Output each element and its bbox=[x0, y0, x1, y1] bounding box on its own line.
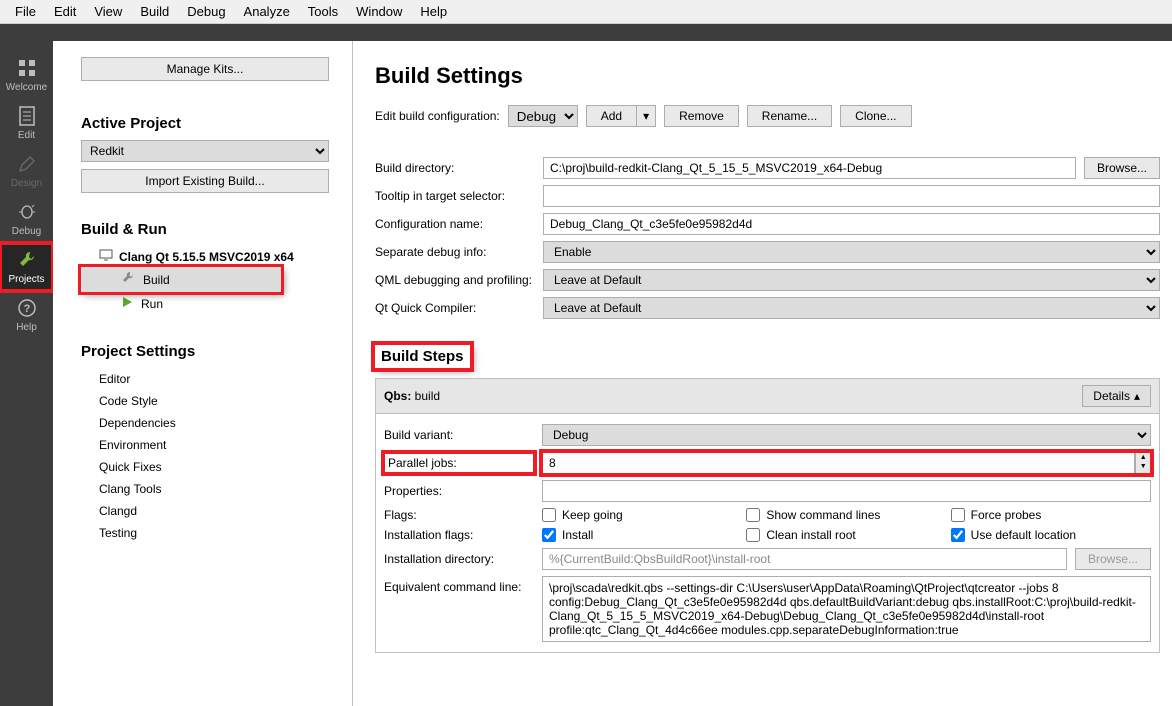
settings-dependencies[interactable]: Dependencies bbox=[81, 412, 338, 434]
clean-root-checkbox[interactable]: Clean install root bbox=[746, 528, 946, 542]
run-row[interactable]: Run bbox=[81, 292, 338, 315]
settings-code-style[interactable]: Code Style bbox=[81, 390, 338, 412]
menu-analyze[interactable]: Analyze bbox=[235, 4, 299, 19]
settings-clangd[interactable]: Clangd bbox=[81, 500, 338, 522]
parallel-jobs-label: Parallel jobs: bbox=[384, 453, 534, 473]
menu-tools[interactable]: Tools bbox=[299, 4, 347, 19]
mode-rail: Welcome Edit Design Debug Projects ? Hel… bbox=[0, 41, 53, 706]
menu-build[interactable]: Build bbox=[131, 4, 178, 19]
qtquick-label: Qt Quick Compiler: bbox=[375, 301, 535, 315]
config-name-input[interactable] bbox=[543, 213, 1160, 235]
separate-debug-label: Separate debug info: bbox=[375, 245, 535, 259]
build-row[interactable]: Build bbox=[81, 267, 281, 292]
tooltip-label: Tooltip in target selector: bbox=[375, 189, 535, 203]
toolbar-area bbox=[0, 24, 1172, 41]
menu-edit[interactable]: Edit bbox=[45, 4, 85, 19]
qml-debug-select[interactable]: Leave at Default bbox=[543, 269, 1160, 291]
import-build-button[interactable]: Import Existing Build... bbox=[81, 169, 329, 193]
browse-install-dir-button: Browse... bbox=[1075, 548, 1151, 570]
config-select[interactable]: Debug bbox=[508, 105, 578, 127]
menu-debug[interactable]: Debug bbox=[178, 4, 234, 19]
build-variant-label: Build variant: bbox=[384, 428, 534, 442]
flags-label: Flags: bbox=[384, 508, 534, 522]
build-dir-input[interactable] bbox=[543, 157, 1076, 179]
install-flags-label: Installation flags: bbox=[384, 528, 534, 542]
remove-config-button[interactable]: Remove bbox=[664, 105, 739, 127]
rail-projects[interactable]: Projects bbox=[0, 243, 53, 291]
eq-cmd-text[interactable]: \proj\scada\redkit.qbs --settings-dir C:… bbox=[542, 576, 1151, 642]
document-icon bbox=[16, 105, 38, 127]
kit-row[interactable]: Clang Qt 5.15.5 MSVC2019 x64 bbox=[81, 246, 338, 267]
bug-icon bbox=[16, 201, 38, 223]
project-settings-heading: Project Settings bbox=[81, 343, 338, 360]
play-icon bbox=[121, 296, 133, 311]
settings-environment[interactable]: Environment bbox=[81, 434, 338, 456]
project-select[interactable]: Redkit bbox=[81, 140, 329, 162]
step-title: Qbs: build bbox=[384, 389, 440, 403]
qbs-build-step: Qbs: build Details ▴ Build variant: Debu… bbox=[375, 378, 1160, 653]
chevron-up-icon: ▴ bbox=[1134, 389, 1140, 403]
install-dir-label: Installation directory: bbox=[384, 552, 534, 566]
separate-debug-select[interactable]: Enable bbox=[543, 241, 1160, 263]
settings-quick-fixes[interactable]: Quick Fixes bbox=[81, 456, 338, 478]
rail-design[interactable]: Design bbox=[0, 147, 53, 195]
grid-icon bbox=[16, 57, 38, 79]
menu-view[interactable]: View bbox=[85, 4, 131, 19]
svg-text:?: ? bbox=[23, 303, 30, 315]
page-title: Build Settings bbox=[375, 63, 1160, 89]
build-run-heading: Build & Run bbox=[81, 221, 338, 238]
settings-testing[interactable]: Testing bbox=[81, 522, 338, 544]
config-name-label: Configuration name: bbox=[375, 217, 535, 231]
manage-kits-button[interactable]: Manage Kits... bbox=[81, 57, 329, 81]
add-config-dropdown[interactable]: ▾ bbox=[636, 105, 656, 127]
rail-help[interactable]: ? Help bbox=[0, 291, 53, 339]
parallel-jobs-input[interactable] bbox=[542, 452, 1135, 474]
help-icon: ? bbox=[16, 297, 38, 319]
monitor-icon bbox=[99, 249, 113, 264]
menu-window[interactable]: Window bbox=[347, 4, 411, 19]
parallel-jobs-stepper[interactable]: ▲▼ bbox=[1135, 452, 1151, 474]
build-dir-label: Build directory: bbox=[375, 161, 535, 175]
add-config-button[interactable]: Add bbox=[586, 105, 636, 127]
settings-clang-tools[interactable]: Clang Tools bbox=[81, 478, 338, 500]
wrench-icon bbox=[16, 249, 38, 271]
rail-edit[interactable]: Edit bbox=[0, 99, 53, 147]
settings-editor[interactable]: Editor bbox=[81, 368, 338, 390]
details-toggle[interactable]: Details ▴ bbox=[1082, 385, 1151, 407]
qml-debug-label: QML debugging and profiling: bbox=[375, 273, 535, 287]
edit-config-label: Edit build configuration: bbox=[375, 109, 500, 123]
show-cmd-checkbox[interactable]: Show command lines bbox=[746, 508, 946, 522]
keep-going-checkbox[interactable]: Keep going bbox=[542, 508, 742, 522]
properties-label: Properties: bbox=[384, 484, 534, 498]
pencil-icon bbox=[16, 153, 38, 175]
active-project-heading: Active Project bbox=[81, 115, 338, 132]
rail-debug[interactable]: Debug bbox=[0, 195, 53, 243]
use-default-checkbox[interactable]: Use default location bbox=[951, 528, 1151, 542]
tooltip-input[interactable] bbox=[543, 185, 1160, 207]
browse-build-dir-button[interactable]: Browse... bbox=[1084, 157, 1160, 179]
clone-config-button[interactable]: Clone... bbox=[840, 105, 911, 127]
install-checkbox[interactable]: Install bbox=[542, 528, 742, 542]
projects-side-panel: Manage Kits... Active Project Redkit Imp… bbox=[53, 41, 353, 706]
properties-input[interactable] bbox=[542, 480, 1151, 502]
qtquick-select[interactable]: Leave at Default bbox=[543, 297, 1160, 319]
menu-file[interactable]: File bbox=[6, 4, 45, 19]
build-variant-select[interactable]: Debug bbox=[542, 424, 1151, 446]
wrench-small-icon bbox=[121, 271, 135, 288]
menu-help[interactable]: Help bbox=[411, 4, 456, 19]
install-dir-input bbox=[542, 548, 1067, 570]
build-settings-panel: Build Settings Edit build configuration:… bbox=[353, 41, 1172, 706]
rename-config-button[interactable]: Rename... bbox=[747, 105, 832, 127]
force-probes-checkbox[interactable]: Force probes bbox=[951, 508, 1151, 522]
eq-cmd-label: Equivalent command line: bbox=[384, 576, 534, 594]
rail-welcome[interactable]: Welcome bbox=[0, 51, 53, 99]
menubar: File Edit View Build Debug Analyze Tools… bbox=[0, 0, 1172, 24]
build-steps-heading: Build Steps bbox=[375, 345, 470, 368]
